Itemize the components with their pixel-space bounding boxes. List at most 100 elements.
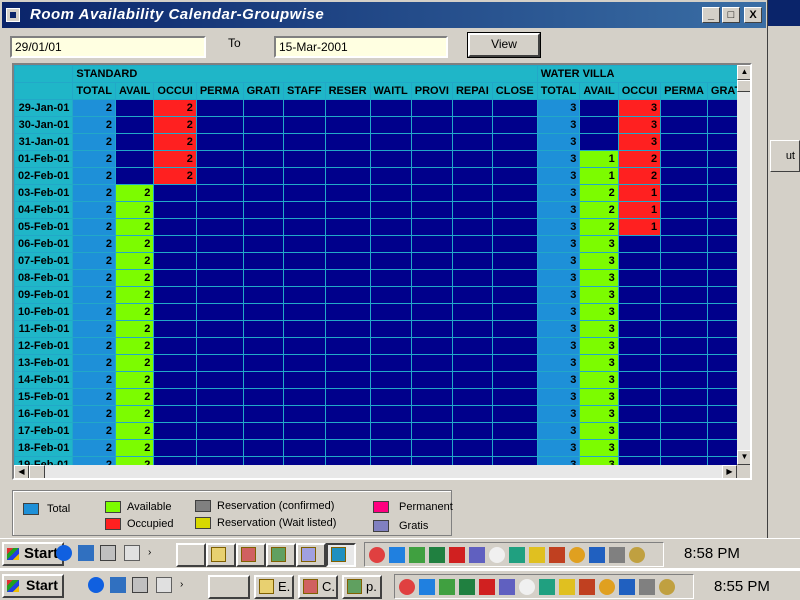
occupied-cell[interactable] xyxy=(617,456,662,465)
tray-volume-icon-lower[interactable] xyxy=(559,579,575,595)
empty-cell[interactable] xyxy=(491,456,538,465)
start-button[interactable]: Start xyxy=(2,542,65,566)
empty-cell[interactable] xyxy=(195,235,244,253)
table-row[interactable]: 06-Feb-01 2 2 3 3 xyxy=(14,235,737,253)
date-cell[interactable]: 01-Feb-01 xyxy=(14,150,74,168)
available-cell[interactable]: 2 xyxy=(115,388,155,406)
empty-cell[interactable] xyxy=(491,235,538,253)
empty-cell[interactable] xyxy=(282,218,326,236)
available-cell[interactable]: 3 xyxy=(579,269,619,287)
empty-cell[interactable] xyxy=(660,405,708,423)
occupied-cell[interactable] xyxy=(153,422,197,440)
internet-explorer-icon[interactable] xyxy=(56,545,72,561)
empty-cell[interactable] xyxy=(491,439,538,457)
column-header[interactable]: TOTAL xyxy=(72,82,117,100)
occupied-cell[interactable] xyxy=(153,184,197,202)
empty-cell[interactable] xyxy=(660,439,708,457)
table-row[interactable]: 04-Feb-01 2 2 3 2 1 xyxy=(14,201,737,219)
total-cell[interactable]: 3 xyxy=(536,184,581,202)
empty-cell[interactable] xyxy=(369,354,412,372)
occupied-cell[interactable] xyxy=(153,439,197,457)
empty-cell[interactable] xyxy=(282,252,326,270)
empty-cell[interactable] xyxy=(242,371,284,389)
occupied-cell[interactable] xyxy=(153,286,197,304)
tray-display-icon[interactable] xyxy=(609,547,625,563)
occupied-cell[interactable] xyxy=(617,286,662,304)
available-cell[interactable] xyxy=(579,133,619,151)
tray-gear-icon-lower[interactable] xyxy=(599,579,615,595)
table-row[interactable]: 16-Feb-01 2 2 3 3 xyxy=(14,405,737,423)
available-cell[interactable]: 2 xyxy=(115,422,155,440)
available-cell[interactable]: 2 xyxy=(115,371,155,389)
task-button-network[interactable] xyxy=(296,543,326,567)
empty-cell[interactable] xyxy=(410,167,453,185)
total-cell[interactable]: 3 xyxy=(536,337,581,355)
empty-cell[interactable] xyxy=(451,303,493,321)
empty-cell[interactable] xyxy=(242,235,284,253)
tray-tool-icon-lower[interactable] xyxy=(439,579,455,595)
column-header[interactable]: CLOSE xyxy=(491,82,538,100)
column-header[interactable]: PROVI xyxy=(410,82,453,100)
available-cell[interactable]: 2 xyxy=(579,184,619,202)
column-header[interactable]: GRATI xyxy=(706,82,737,100)
total-cell[interactable]: 2 xyxy=(72,439,117,457)
empty-cell[interactable] xyxy=(410,388,453,406)
available-cell[interactable]: 2 xyxy=(115,456,155,465)
occupied-cell[interactable] xyxy=(153,371,197,389)
task-button-c[interactable]: C. xyxy=(298,575,338,599)
total-cell[interactable]: 3 xyxy=(536,201,581,219)
empty-cell[interactable] xyxy=(660,456,708,465)
empty-cell[interactable] xyxy=(410,150,453,168)
empty-cell[interactable] xyxy=(195,252,244,270)
empty-cell[interactable] xyxy=(282,286,326,304)
table-row[interactable]: 09-Feb-01 2 2 3 3 xyxy=(14,286,737,304)
table-row[interactable]: 02-Feb-01 2 2 3 1 2 xyxy=(14,167,737,185)
tray-chip-icon[interactable] xyxy=(429,547,445,563)
empty-cell[interactable] xyxy=(324,201,371,219)
empty-cell[interactable] xyxy=(369,320,412,338)
empty-cell[interactable] xyxy=(451,167,493,185)
empty-cell[interactable] xyxy=(195,303,244,321)
total-cell[interactable]: 2 xyxy=(72,303,117,321)
empty-cell[interactable] xyxy=(195,201,244,219)
empty-cell[interactable] xyxy=(491,133,538,151)
occupied-cell[interactable]: 1 xyxy=(617,201,662,219)
tray-clock-icon[interactable] xyxy=(369,547,385,563)
table-row[interactable]: 01-Feb-01 2 2 3 1 2 xyxy=(14,150,737,168)
background-window-button[interactable]: ut xyxy=(770,140,800,172)
empty-cell[interactable] xyxy=(660,133,708,151)
empty-cell[interactable] xyxy=(369,388,412,406)
total-cell[interactable]: 2 xyxy=(72,269,117,287)
empty-cell[interactable] xyxy=(660,167,708,185)
scroll-down-button[interactable]: ▼ xyxy=(737,450,750,465)
empty-cell[interactable] xyxy=(410,456,453,465)
table-row[interactable]: 30-Jan-01 2 2 3 3 xyxy=(14,116,737,134)
empty-cell[interactable] xyxy=(282,388,326,406)
tray-monitor-icon[interactable] xyxy=(469,547,485,563)
empty-cell[interactable] xyxy=(195,422,244,440)
empty-cell[interactable] xyxy=(195,439,244,457)
table-row[interactable]: 10-Feb-01 2 2 3 3 xyxy=(14,303,737,321)
clock-lower[interactable]: 8:55 PM xyxy=(714,578,770,595)
available-cell[interactable]: 2 xyxy=(115,439,155,457)
empty-cell[interactable] xyxy=(242,167,284,185)
occupied-cell[interactable]: 2 xyxy=(153,99,197,117)
empty-cell[interactable] xyxy=(195,286,244,304)
task-button-active-window[interactable] xyxy=(326,543,356,567)
empty-cell[interactable] xyxy=(195,269,244,287)
empty-cell[interactable] xyxy=(491,354,538,372)
empty-cell[interactable] xyxy=(410,405,453,423)
empty-cell[interactable] xyxy=(369,439,412,457)
empty-cell[interactable] xyxy=(242,388,284,406)
empty-cell[interactable] xyxy=(410,218,453,236)
empty-cell[interactable] xyxy=(369,116,412,134)
column-header[interactable]: AVAIL xyxy=(579,82,619,100)
table-row[interactable]: 07-Feb-01 2 2 3 3 xyxy=(14,252,737,270)
tray-volume-icon[interactable] xyxy=(529,547,545,563)
total-cell[interactable]: 2 xyxy=(72,218,117,236)
task-button-calendar[interactable] xyxy=(236,543,266,567)
empty-cell[interactable] xyxy=(324,133,371,151)
empty-cell[interactable] xyxy=(195,371,244,389)
empty-cell[interactable] xyxy=(242,405,284,423)
empty-cell[interactable] xyxy=(324,303,371,321)
